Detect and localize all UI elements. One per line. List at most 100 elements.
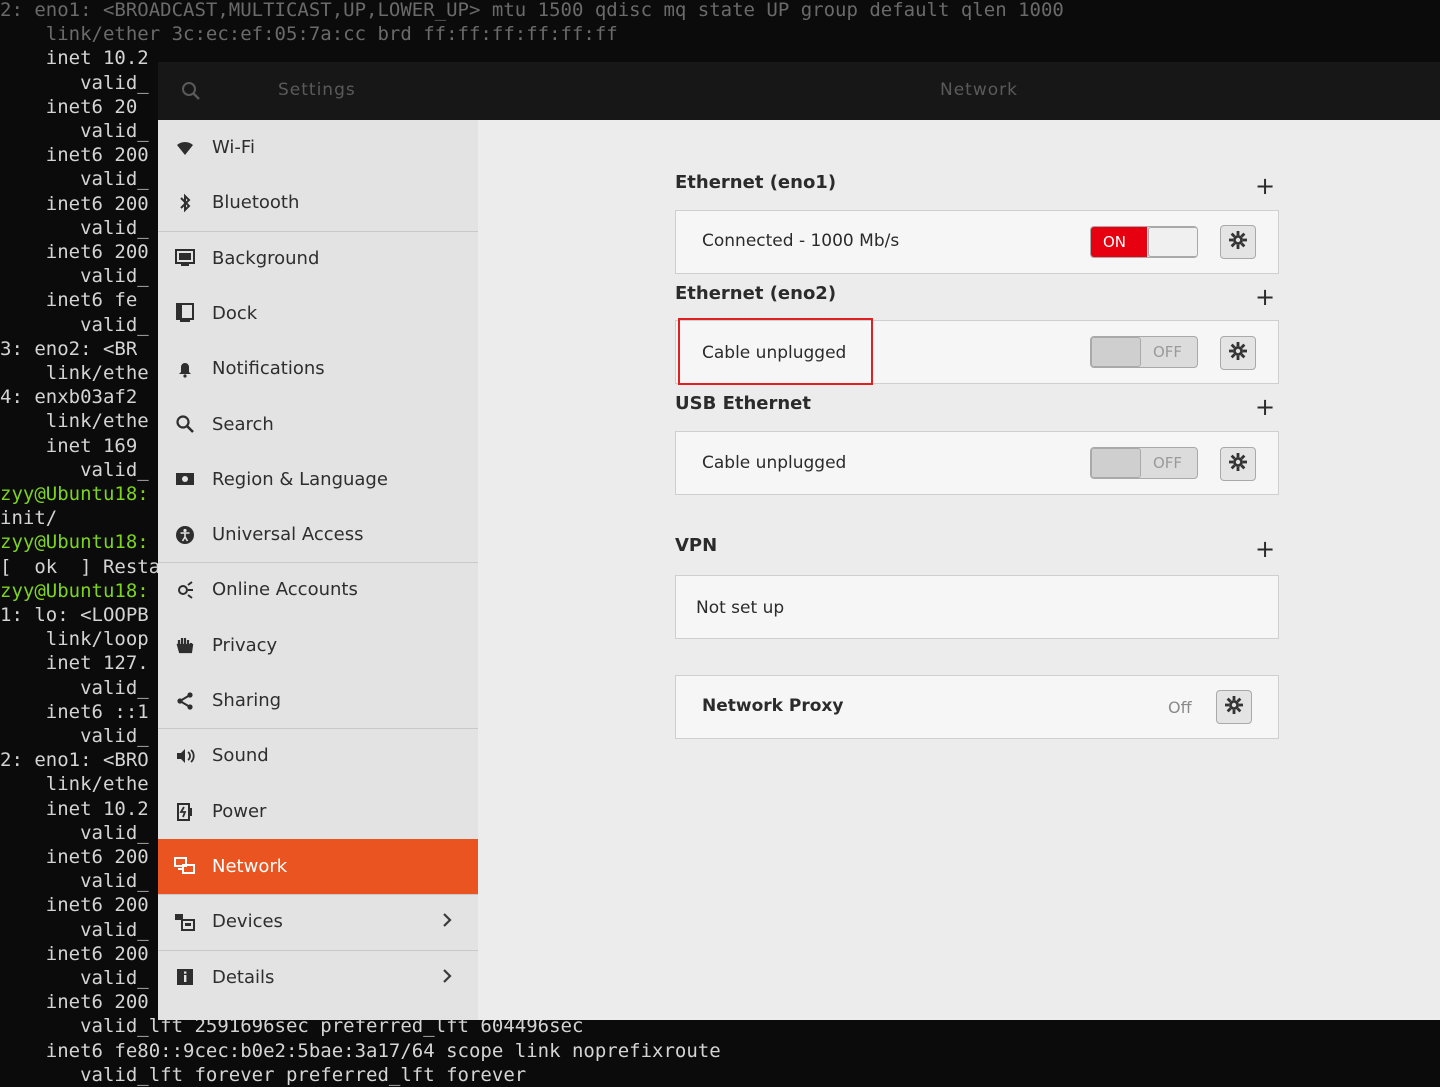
sidebar-item-notifications[interactable]: Notifications	[158, 341, 478, 396]
terminal-line: inet6 200	[0, 846, 149, 868]
terminal-line: valid_	[0, 120, 149, 142]
background-icon	[174, 247, 196, 269]
section-title-ethernet-eno2: Ethernet (eno2)	[675, 283, 837, 304]
add-vpn-button[interactable]: +	[1255, 537, 1275, 561]
add-ethernet-eno2-button[interactable]: +	[1255, 285, 1275, 309]
hand-icon	[174, 634, 196, 656]
sidebar-item-power[interactable]: Power	[158, 784, 478, 839]
terminal-line: init/	[0, 507, 58, 530]
vpn-status: Not set up	[696, 598, 785, 618]
network-proxy-status: Off	[1168, 698, 1192, 717]
settings-sidebar: Wi-Fi Bluetooth Background Dock Notification…	[158, 120, 478, 1020]
network-panel: Ethernet (eno1) + Connected - 1000 Mb/s …	[478, 120, 1440, 1020]
ethernet-eno1-settings-button[interactable]	[1220, 225, 1256, 259]
terminal-line: link/ethe	[0, 773, 149, 796]
terminal-line: inet6 200	[0, 144, 149, 167]
sidebar-item-label: Devices	[212, 911, 283, 933]
sidebar-item-label: Wi-Fi	[212, 137, 255, 158]
usb-ethernet-toggle[interactable]: OFF	[1090, 447, 1198, 479]
highlight-box	[678, 318, 873, 385]
settings-title: Settings	[278, 80, 356, 100]
settings-headerbar: Settings Network	[158, 62, 1440, 120]
terminal-line: inet6 200	[0, 942, 149, 965]
add-usb-ethernet-button[interactable]: +	[1255, 395, 1275, 419]
sidebar-item-label: Details	[212, 966, 275, 988]
ethernet-eno2-settings-button[interactable]	[1220, 336, 1256, 370]
section-title-usb-ethernet: USB Ethernet	[675, 393, 811, 414]
sidebar-item-devices[interactable]: Devices	[158, 894, 478, 949]
terminal-line: 2: eno1: <BRO	[0, 749, 149, 772]
ethernet-eno1-status: Connected - 1000 Mb/s	[702, 231, 900, 251]
chevron-right-icon	[442, 909, 454, 934]
speaker-icon	[174, 745, 196, 767]
sidebar-item-online-accounts[interactable]: Online Accounts	[158, 562, 478, 617]
sidebar-item-universal-access[interactable]: Universal Access	[158, 507, 478, 562]
sidebar-item-label: Power	[212, 800, 267, 822]
terminal-line: link/ethe	[0, 362, 149, 384]
terminal-line: inet6 200	[0, 894, 149, 917]
chevron-right-icon	[442, 965, 454, 990]
bell-icon	[174, 358, 196, 380]
ethernet-eno1-card: Connected - 1000 Mb/s ON	[675, 210, 1279, 274]
dock-icon	[174, 302, 196, 324]
sidebar-item-region-language[interactable]: Region & Language	[158, 452, 478, 507]
sidebar-item-label: Search	[212, 413, 274, 435]
sidebar-item-wi-fi[interactable]: Wi-Fi	[158, 120, 478, 175]
sidebar-item-details[interactable]: Details	[158, 950, 478, 1005]
search-icon[interactable]	[180, 80, 202, 102]
page-title: Network	[940, 80, 1018, 100]
accessibility-icon	[174, 524, 196, 546]
terminal-line: inet6 200	[0, 991, 149, 1014]
terminal-line: zyy@Ubuntu18:	[0, 483, 149, 505]
terminal-line: valid_	[0, 313, 149, 336]
terminal-line: valid_	[0, 71, 149, 94]
terminal-line: valid_	[0, 458, 149, 481]
sidebar-item-search[interactable]: Search	[158, 397, 478, 452]
terminal-line: valid_	[0, 967, 149, 989]
sidebar-item-bluetooth[interactable]: Bluetooth	[158, 175, 478, 230]
sidebar-item-dock[interactable]: Dock	[158, 286, 478, 341]
terminal-line: 3: eno2: <BR	[0, 337, 138, 360]
terminal-line: inet6 20	[0, 95, 138, 118]
sidebar-item-network[interactable]: Network	[158, 838, 478, 894]
section-title-vpn: VPN	[675, 535, 718, 556]
terminal-line: [ ok ] Resta	[0, 555, 161, 578]
ethernet-eno2-toggle[interactable]: OFF	[1090, 336, 1198, 368]
sidebar-item-privacy[interactable]: Privacy	[158, 618, 478, 673]
network-proxy-label: Network Proxy	[702, 696, 844, 716]
terminal-line: valid_	[0, 870, 149, 893]
network-icon	[174, 855, 196, 877]
add-ethernet-eno1-button[interactable]: +	[1255, 174, 1275, 198]
usb-ethernet-card: Cable unplugged OFF	[675, 431, 1279, 495]
gear-icon	[1228, 230, 1248, 254]
sidebar-item-label: Privacy	[212, 634, 278, 656]
sidebar-item-label: Bluetooth	[212, 192, 300, 214]
terminal-line: valid_	[0, 676, 149, 699]
section-title-ethernet-eno1: Ethernet (eno1)	[675, 172, 837, 193]
gear-icon	[1228, 452, 1248, 476]
sidebar-item-sound[interactable]: Sound	[158, 728, 478, 783]
sidebar-item-label: Notifications	[212, 358, 325, 380]
terminal-line: valid_	[0, 216, 149, 239]
sidebar-item-label: Dock	[212, 302, 258, 324]
sidebar-item-sharing[interactable]: Sharing	[158, 673, 478, 728]
terminal-line: inet 169	[0, 434, 138, 457]
sidebar-item-label: Universal Access	[212, 524, 364, 546]
sidebar-item-label: Sound	[212, 745, 269, 767]
search-icon	[174, 413, 196, 435]
terminal-line: link/loop	[0, 628, 149, 651]
ethernet-eno1-toggle[interactable]: ON	[1090, 226, 1198, 258]
info-icon	[174, 966, 196, 988]
network-proxy-settings-button[interactable]	[1216, 690, 1252, 724]
terminal-line: inet 127.	[0, 652, 149, 675]
gear-icon	[1228, 341, 1248, 365]
online-accounts-icon	[174, 579, 196, 601]
usb-ethernet-status: Cable unplugged	[702, 453, 847, 473]
usb-ethernet-settings-button[interactable]	[1220, 447, 1256, 481]
terminal-line: zyy@Ubuntu18:	[0, 531, 149, 554]
terminal-line: inet 10.2	[0, 47, 149, 70]
region-icon	[174, 468, 196, 490]
sidebar-item-label: Region & Language	[212, 468, 388, 490]
network-proxy-row[interactable]: Network Proxy Off	[675, 675, 1279, 739]
sidebar-item-background[interactable]: Background	[158, 231, 478, 286]
